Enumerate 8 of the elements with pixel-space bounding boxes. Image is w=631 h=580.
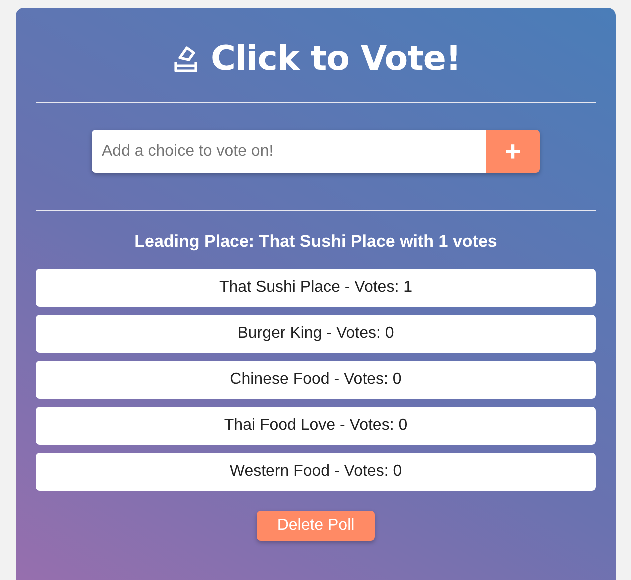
choice-item[interactable]: Burger King - Votes: 0 bbox=[36, 315, 596, 353]
choice-item[interactable]: Western Food - Votes: 0 bbox=[36, 453, 596, 491]
choice-item[interactable]: Chinese Food - Votes: 0 bbox=[36, 361, 596, 399]
choice-input[interactable]: Add a choice to vote on! bbox=[92, 130, 486, 173]
choice-item[interactable]: That Sushi Place - Votes: 1 bbox=[36, 269, 596, 307]
choice-item[interactable]: Thai Food Love - Votes: 0 bbox=[36, 407, 596, 445]
poll-title: Click to Vote! bbox=[211, 39, 461, 79]
leading-text: Leading Place: That Sushi Place with 1 votes bbox=[134, 232, 498, 252]
